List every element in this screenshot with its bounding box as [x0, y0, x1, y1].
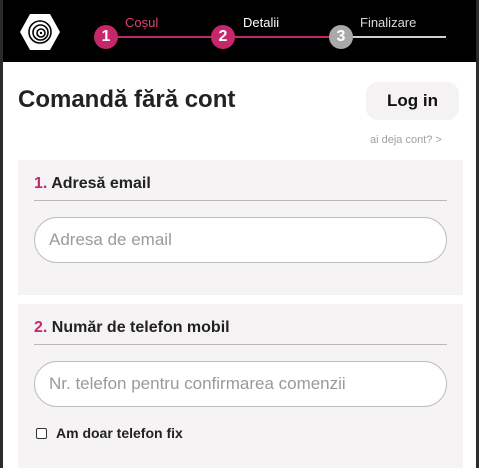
- phone-section-label: Număr de telefon mobil: [51, 319, 230, 336]
- progress-track-pending: [341, 36, 446, 38]
- step-circle-3: 3: [329, 25, 353, 49]
- progress-track-done: [106, 36, 223, 38]
- have-account-link[interactable]: ai deja cont? >: [370, 134, 442, 146]
- phone-section: 2. Număr de telefon mobil Am doar telefo…: [18, 304, 463, 468]
- section-divider: [34, 200, 447, 201]
- email-section-number: 1.: [34, 175, 48, 192]
- email-input[interactable]: [34, 217, 447, 263]
- landline-checkbox-row[interactable]: Am doar telefon fix: [36, 425, 183, 441]
- progress-track-current: [223, 36, 341, 38]
- step-label-finalizare: Finalizare: [360, 15, 417, 30]
- phone-section-number: 2.: [34, 319, 48, 336]
- phone-section-title: 2. Număr de telefon mobil: [34, 319, 230, 337]
- step-circle-2: 2: [211, 25, 235, 49]
- checkout-page: Coșul Detalii Finalizare 1 2 3 Comandă f…: [3, 0, 476, 468]
- email-section: 1. Adresă email: [18, 160, 463, 295]
- spiral-hexagon-logo-icon[interactable]: [19, 12, 61, 52]
- page-title: Comandă fără cont: [18, 86, 236, 113]
- step-circle-1[interactable]: 1: [94, 25, 118, 49]
- landline-checkbox[interactable]: [36, 427, 47, 439]
- step-label-detalii: Detalii: [243, 15, 280, 30]
- email-section-label: Adresă email: [51, 175, 151, 192]
- section-divider: [34, 344, 447, 345]
- phone-input[interactable]: [34, 361, 447, 407]
- checkout-header: Coșul Detalii Finalizare 1 2 3: [3, 0, 476, 62]
- email-section-title: 1. Adresă email: [34, 175, 151, 193]
- login-button[interactable]: Log in: [366, 82, 459, 120]
- landline-checkbox-label[interactable]: Am doar telefon fix: [56, 425, 183, 441]
- step-label-cosul[interactable]: Coșul: [125, 15, 158, 30]
